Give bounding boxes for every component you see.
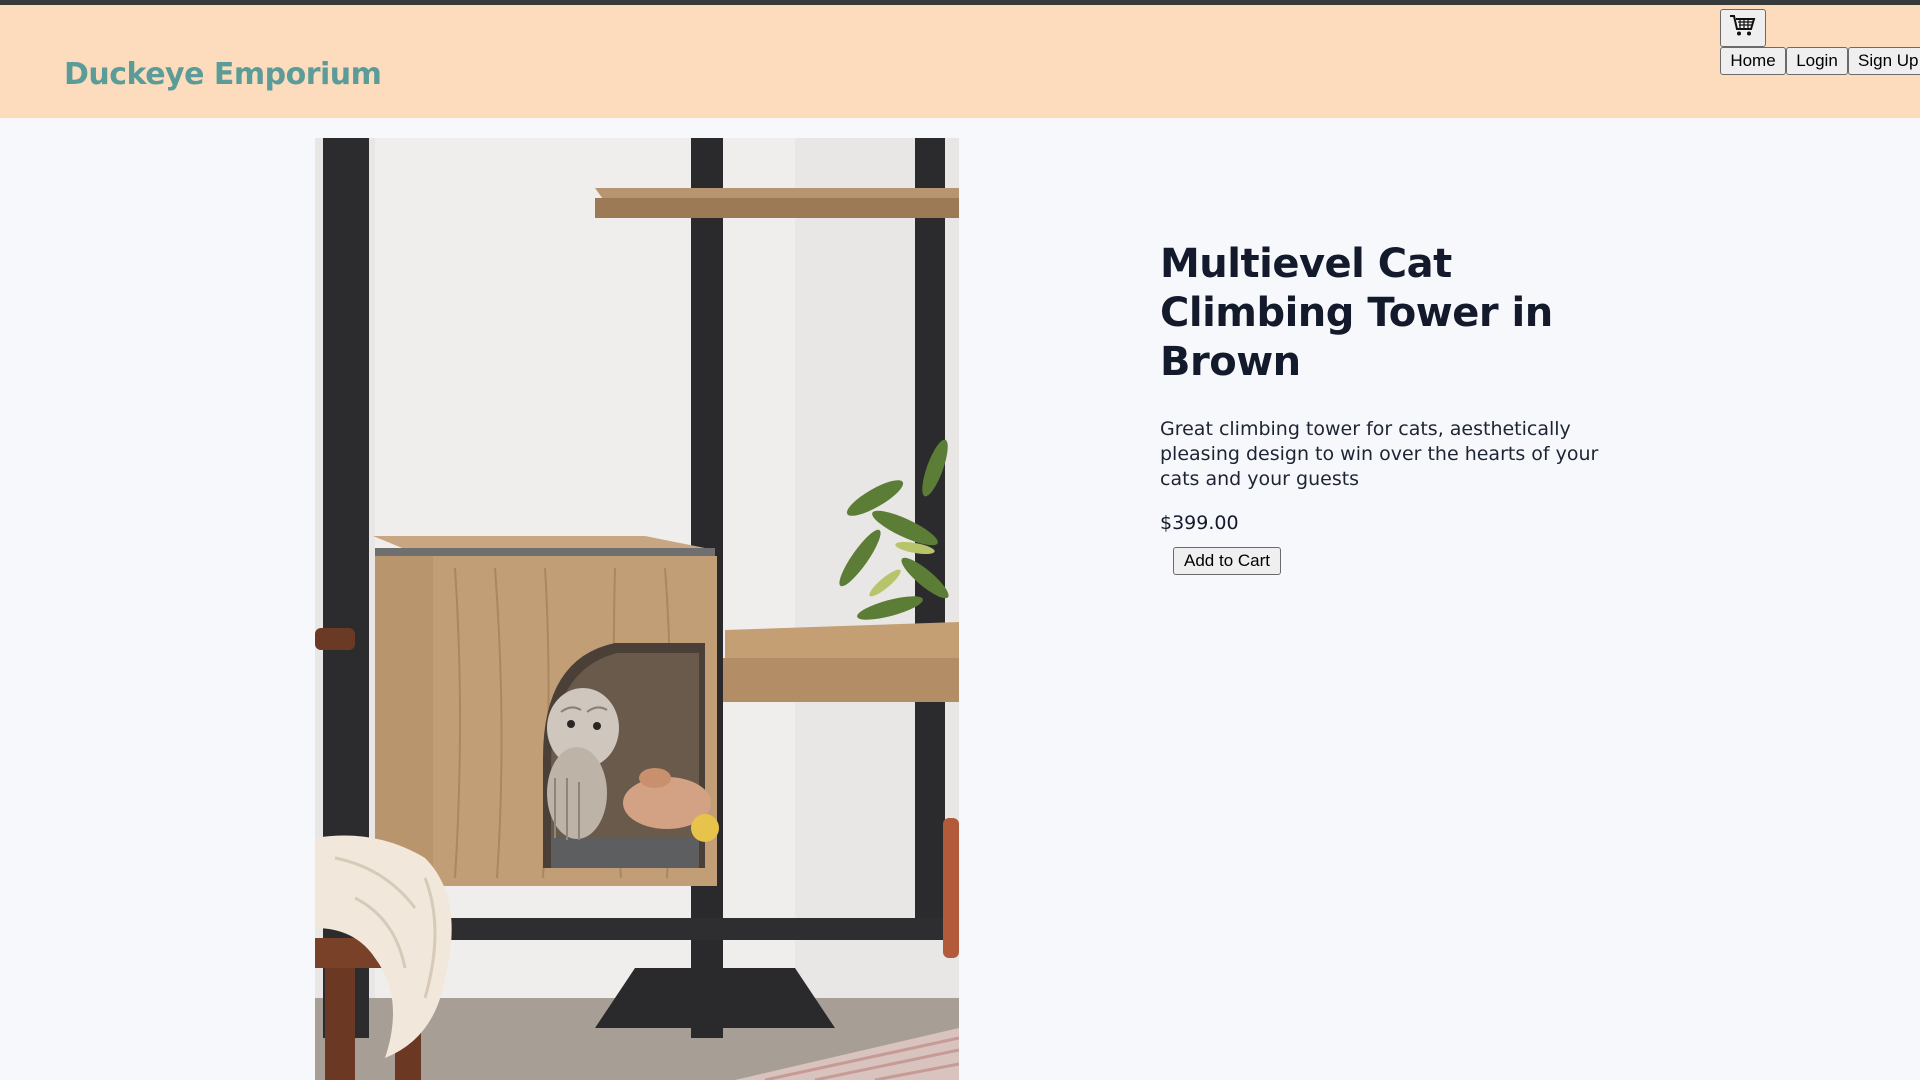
shopping-cart-icon bbox=[1729, 14, 1757, 43]
nav-login-button[interactable]: Login bbox=[1786, 47, 1848, 75]
brand-logo[interactable]: Duckeye Emporium bbox=[64, 57, 382, 92]
product-description: Great climbing tower for cats, aesthetic… bbox=[1160, 418, 1599, 490]
site-header: Duckeye Emporium Home Login Sign Up bbox=[0, 5, 1920, 118]
nav-signup-button[interactable]: Sign Up bbox=[1848, 47, 1920, 75]
product-price: $399.00 bbox=[1160, 512, 1239, 534]
product-title: Multievel Cat Climbing Tower in Brown bbox=[1160, 241, 1553, 385]
nav-home-button[interactable]: Home bbox=[1720, 47, 1786, 75]
product-image bbox=[315, 138, 959, 1080]
product-details: Multievel Cat Climbing Tower in Brown Gr… bbox=[1160, 240, 1620, 575]
add-to-cart-button[interactable]: Add to Cart bbox=[1173, 547, 1281, 575]
cart-button[interactable] bbox=[1720, 9, 1766, 47]
